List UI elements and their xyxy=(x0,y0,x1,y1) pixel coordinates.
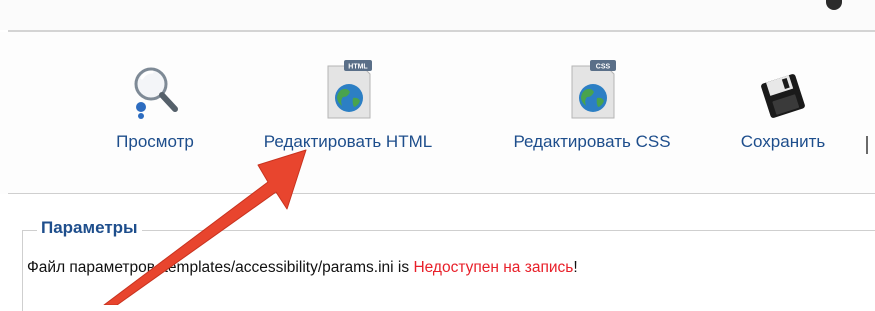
annotation-arrow xyxy=(103,149,307,305)
